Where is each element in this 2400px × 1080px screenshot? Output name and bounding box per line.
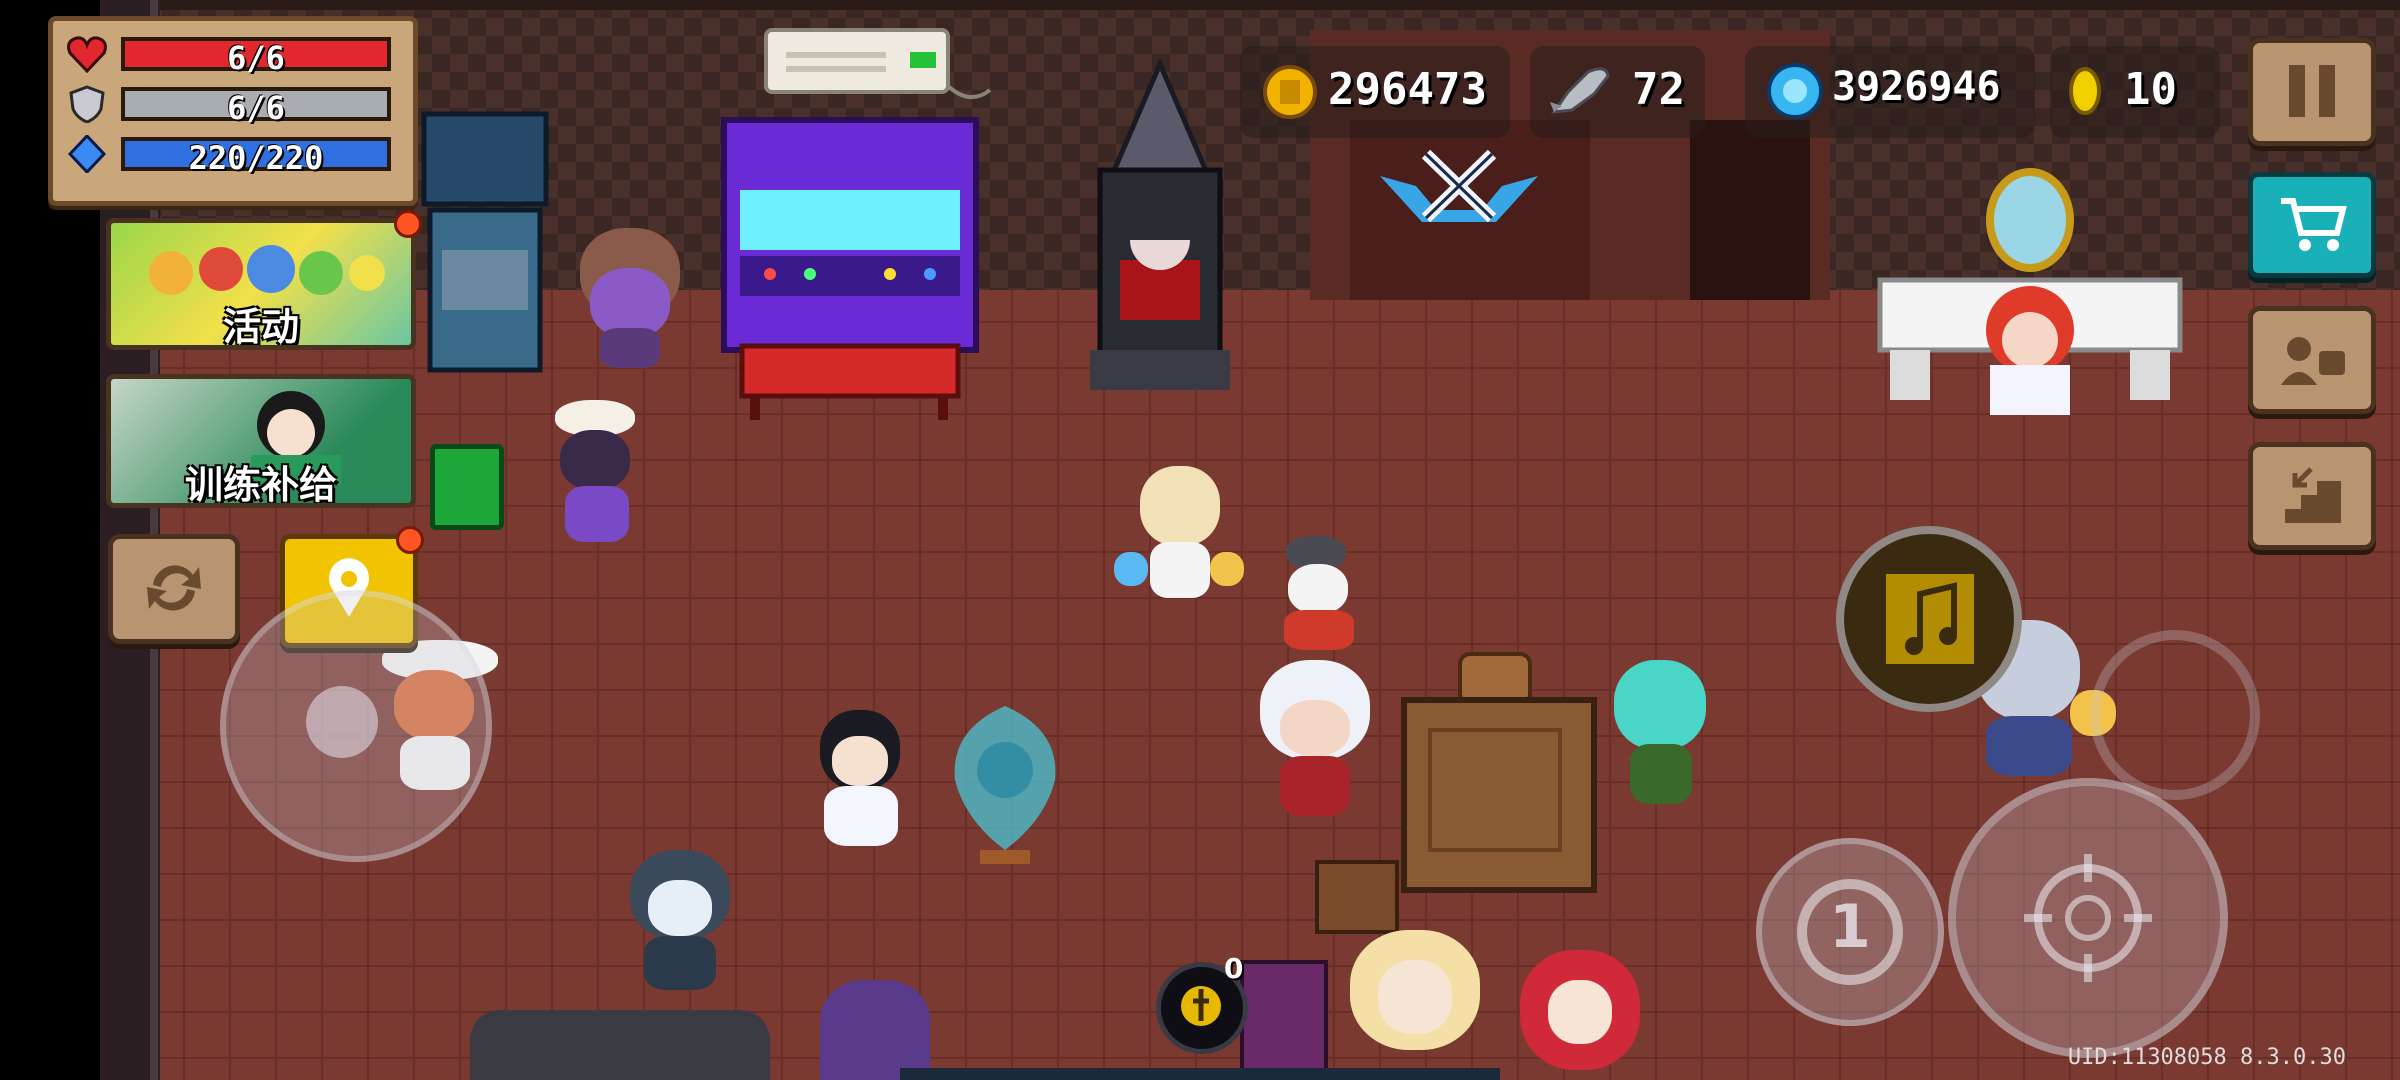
- pause-icon: [2289, 65, 2335, 117]
- treble-clef-icon: [1181, 986, 1221, 1026]
- npc-swordsman[interactable]: [800, 690, 920, 860]
- golden-music-icon: [1886, 574, 1974, 664]
- npc-red-hair[interactable]: [1520, 950, 1640, 1080]
- health-row: 6/6: [67, 33, 397, 77]
- location-notification-dot: [396, 526, 424, 554]
- player-stats-panel: 6/6 6/6 220/220: [48, 16, 418, 206]
- training-supply-label: 训练补给: [184, 463, 337, 507]
- event-notification-dot: [394, 210, 422, 238]
- event-banner[interactable]: 活动: [106, 218, 416, 350]
- game-scene: 6/6 6/6 220/220 活动 训练补给 296473 72 392694…: [0, 0, 2400, 1080]
- crosshair-icon: [2024, 854, 2152, 982]
- armor-bar: 6/6: [121, 87, 391, 127]
- shield-icon: [69, 85, 105, 123]
- fish-amount: 72: [1632, 64, 1685, 115]
- token-amount: 10: [2124, 64, 2177, 115]
- gold-amount: 296473: [1328, 64, 1487, 115]
- movement-joystick[interactable]: [220, 590, 492, 862]
- weapon-swap-ring[interactable]: [2090, 630, 2260, 800]
- profile-button[interactable]: [2248, 306, 2376, 414]
- training-supply-banner[interactable]: 训练补给: [106, 374, 416, 508]
- profile-card-icon: [2281, 337, 2345, 385]
- swap-button[interactable]: [108, 534, 240, 644]
- gadget-pile: [470, 1010, 770, 1080]
- npc-purple-demon[interactable]: [820, 980, 930, 1080]
- npc-hooded-elf[interactable]: [620, 850, 740, 990]
- attack-button[interactable]: [1948, 778, 2228, 1058]
- arcade-machine: [721, 117, 979, 420]
- npc-white-dragon[interactable]: [1240, 660, 1390, 820]
- snowman-npc[interactable]: [1270, 530, 1370, 650]
- blue-gem-icon: [1767, 63, 1823, 119]
- music-skill-button[interactable]: [1836, 526, 2022, 712]
- energy-text: 220/220: [188, 139, 324, 177]
- swap-cycle-icon: [147, 565, 201, 611]
- gem-amount: 3926946: [1832, 64, 2001, 110]
- music-badge-count: 0: [1224, 952, 1244, 985]
- armor-row: 6/6: [67, 83, 397, 127]
- uid-version-label: UID:11308058 8.3.0.30: [2067, 1045, 2346, 1070]
- heart-icon: [67, 36, 107, 73]
- event-art: [149, 245, 385, 295]
- npc-blonde-girl[interactable]: [1350, 930, 1480, 1080]
- fish-icon: [1550, 67, 1610, 114]
- gold-token-icon: [2069, 67, 2101, 115]
- skill-button[interactable]: 1: [1756, 838, 1944, 1026]
- skill-count: 1: [1829, 892, 1871, 962]
- small-cabinet: [1240, 960, 1328, 1080]
- small-box: [1315, 860, 1399, 934]
- npc-chef-demon[interactable]: [540, 400, 650, 550]
- air-conditioner: [764, 28, 992, 99]
- stairs-exit-icon: [2285, 467, 2341, 523]
- vanity-desk: [1877, 168, 2183, 415]
- exit-button[interactable]: [2248, 442, 2376, 550]
- npc-teal-hair[interactable]: [1600, 660, 1720, 810]
- armor-text: 6/6: [227, 89, 285, 127]
- wooden-table: [1401, 652, 1597, 893]
- yin-yang-hologram: [954, 706, 1056, 864]
- pause-button[interactable]: [2248, 38, 2376, 146]
- bottom-edge: [900, 1068, 1500, 1080]
- energy-bar: 220/220: [121, 137, 391, 177]
- crossed-swords-icon[interactable]: [1376, 140, 1542, 230]
- health-text: 6/6: [227, 39, 285, 77]
- dark-throne: [1090, 60, 1230, 390]
- shop-button[interactable]: [2248, 172, 2376, 278]
- energy-crystal-icon: [67, 135, 107, 173]
- kitchen-stove: [421, 111, 549, 373]
- npc-purple-hat[interactable]: [570, 228, 690, 368]
- shopping-cart-icon: [2281, 198, 2347, 251]
- green-bin: [430, 444, 504, 530]
- player-blonde-hero[interactable]: [1114, 466, 1244, 616]
- health-bar: 6/6: [121, 37, 391, 77]
- gold-coin-icon: [1263, 65, 1317, 119]
- energy-row: 220/220: [67, 133, 397, 177]
- joystick-knob[interactable]: [306, 686, 378, 758]
- event-label: 活动: [222, 305, 299, 349]
